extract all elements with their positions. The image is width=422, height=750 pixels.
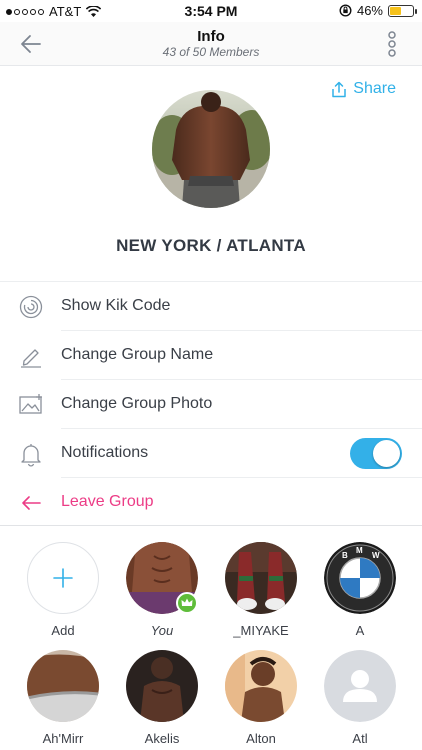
member-akelis[interactable]: Akelis [114,650,210,746]
menu-item-label: Change Group Name [61,346,214,363]
page-title: Info [197,28,225,45]
status-bar: AT&T 3:54 PM 46% [0,0,422,22]
orientation-lock-icon [339,4,352,17]
svg-text:B: B [342,551,348,560]
bmw-logo-image: B M W [324,542,396,614]
member-name: Ah'Mirr [42,731,84,746]
avatar[interactable] [225,650,297,722]
member-miyake[interactable]: _MIYAKE [213,542,309,638]
member-name: A [355,623,365,638]
member-name: Add [51,623,75,638]
group-name: NEW YORK / ATLANTA [116,236,306,255]
menu-item-label: Notifications [61,444,149,461]
member-name: Atl [352,731,368,746]
avatar[interactable] [225,542,297,614]
kik-code-icon [18,294,44,320]
member-name: _MIYAKE [233,623,289,638]
menu-item-leave-group[interactable]: Leave Group [0,478,422,527]
member-name: Alton [246,731,276,746]
member-atl[interactable]: Atl [312,650,408,746]
member-alton[interactable]: Alton [213,650,309,746]
default-avatar-icon [324,650,396,722]
group-photo-image [152,90,270,208]
add-member-button[interactable] [27,542,99,614]
crown-icon [176,592,198,614]
svg-text:W: W [372,551,380,560]
menu-item-notifications: Notifications [0,429,422,478]
member-add[interactable]: Add [15,542,111,638]
member-ahmirr[interactable]: Ah'Mirr [15,650,111,746]
settings-menu: Show Kik Code Change Group Name Change G… [0,281,422,527]
member-a[interactable]: B M W A [312,542,408,638]
vertical-dots-icon [388,31,396,57]
battery-level [390,6,401,15]
share-label: Share [353,80,396,97]
avatar-image [225,542,297,614]
member-name: Akelis [144,731,180,746]
menu-item-change-group-name[interactable]: Change Group Name [0,331,422,380]
leave-arrow-icon [18,490,44,516]
more-button[interactable] [386,30,398,58]
menu-item-show-kik-code[interactable]: Show Kik Code [0,282,422,331]
navbar: Info 43 of 50 Members [0,22,422,66]
avatar[interactable] [126,650,198,722]
avatar-image [27,650,99,722]
avatar-image [126,650,198,722]
group-photo[interactable] [152,90,270,208]
menu-item-label: Leave Group [61,493,154,510]
share-icon [332,81,347,97]
battery-icon [388,4,417,17]
avatar[interactable] [27,650,99,722]
notifications-toggle[interactable] [350,438,402,469]
avatar[interactable] [126,542,198,614]
avatar-image [225,650,297,722]
svg-text:M: M [356,546,363,555]
share-button[interactable]: Share [331,80,396,98]
battery-percent: 46% [356,3,383,18]
plus-icon [53,568,73,588]
section-divider [0,525,422,526]
menu-item-label: Change Group Photo [61,395,213,412]
photo-icon [18,392,44,418]
avatar[interactable] [324,650,396,722]
toggle-knob [373,440,400,467]
menu-item-label: Show Kik Code [61,297,171,314]
bell-icon [18,441,44,467]
member-you[interactable]: You [114,542,210,638]
status-right: 46% [339,3,417,18]
member-name: You [150,623,174,638]
menu-item-change-group-photo[interactable]: Change Group Photo [0,380,422,429]
pencil-icon [18,343,44,369]
avatar[interactable]: B M W [324,542,396,614]
member-count: 43 of 50 Members [162,45,260,59]
